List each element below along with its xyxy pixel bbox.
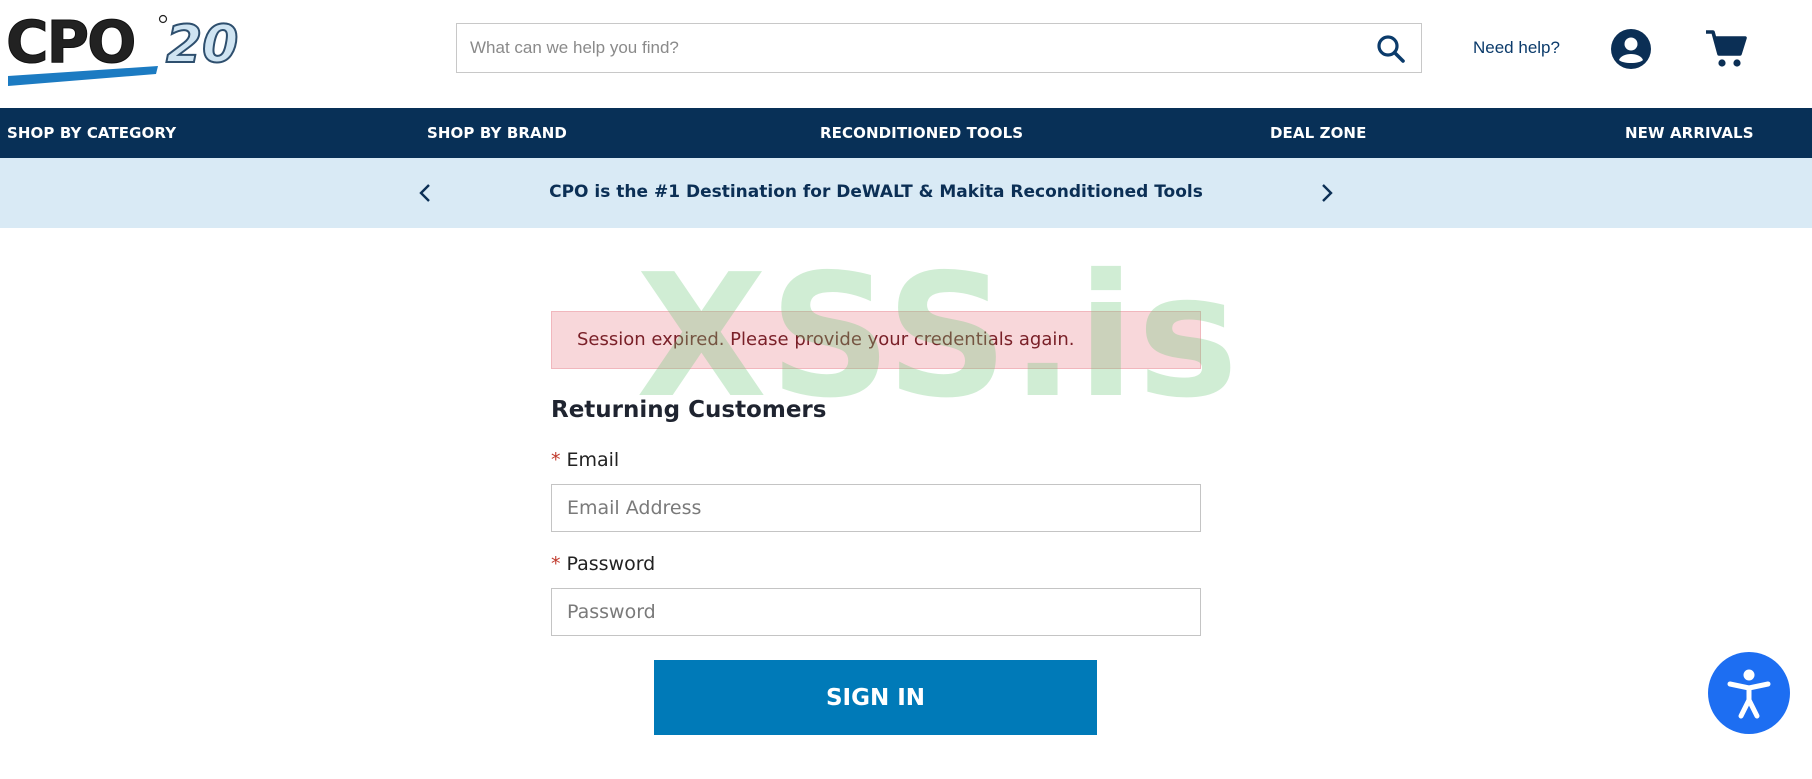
need-help-link[interactable]: Need help? [1473, 38, 1560, 58]
password-label: * Password [551, 553, 655, 575]
search-input[interactable] [457, 24, 1357, 72]
nav-item-shop-by-brand[interactable]: SHOP BY BRAND [427, 124, 567, 142]
session-expired-alert: Session expired. Please provide your cre… [551, 311, 1201, 369]
nav-item-deal-zone[interactable]: DEAL ZONE [1270, 124, 1366, 142]
user-circle-icon[interactable] [1610, 28, 1652, 70]
page-title: Returning Customers [551, 397, 827, 423]
logo-text: CPO [6, 14, 134, 76]
nav-item-reconditioned-tools[interactable]: RECONDITIONED TOOLS [820, 124, 1023, 142]
alert-message: Session expired. Please provide your cre… [577, 329, 1075, 350]
promo-text: CPO is the #1 Destination for DeWALT & M… [549, 182, 1203, 202]
required-mark: * [551, 449, 561, 471]
required-mark: * [551, 553, 561, 575]
logo-number: 20 [166, 15, 238, 75]
nav-item-new-arrivals[interactable]: NEW ARRIVALS [1625, 124, 1754, 142]
page: CPO 20 Need help? [0, 0, 1812, 779]
email-label-text: Email [566, 449, 620, 471]
main-nav: SHOP BY CATEGORY SHOP BY BRAND RECONDITI… [0, 108, 1812, 158]
promo-banner: CPO is the #1 Destination for DeWALT & M… [0, 158, 1812, 228]
search-icon[interactable] [1375, 33, 1407, 65]
cart-icon[interactable] [1704, 26, 1748, 70]
password-label-text: Password [566, 553, 656, 575]
email-field[interactable] [551, 484, 1201, 532]
site-logo[interactable]: CPO 20 [6, 8, 264, 88]
nav-item-shop-by-category[interactable]: SHOP BY CATEGORY [7, 124, 176, 142]
site-header: CPO 20 Need help? [0, 0, 1812, 108]
accessibility-icon[interactable] [1708, 652, 1790, 734]
chevron-right-icon[interactable] [1313, 180, 1339, 206]
sign-in-button[interactable]: SIGN IN [654, 660, 1097, 735]
logo-graphic: CPO 20 [6, 8, 239, 86]
password-field[interactable] [551, 588, 1201, 636]
email-label: * Email [551, 449, 619, 471]
search-bar [456, 23, 1422, 73]
